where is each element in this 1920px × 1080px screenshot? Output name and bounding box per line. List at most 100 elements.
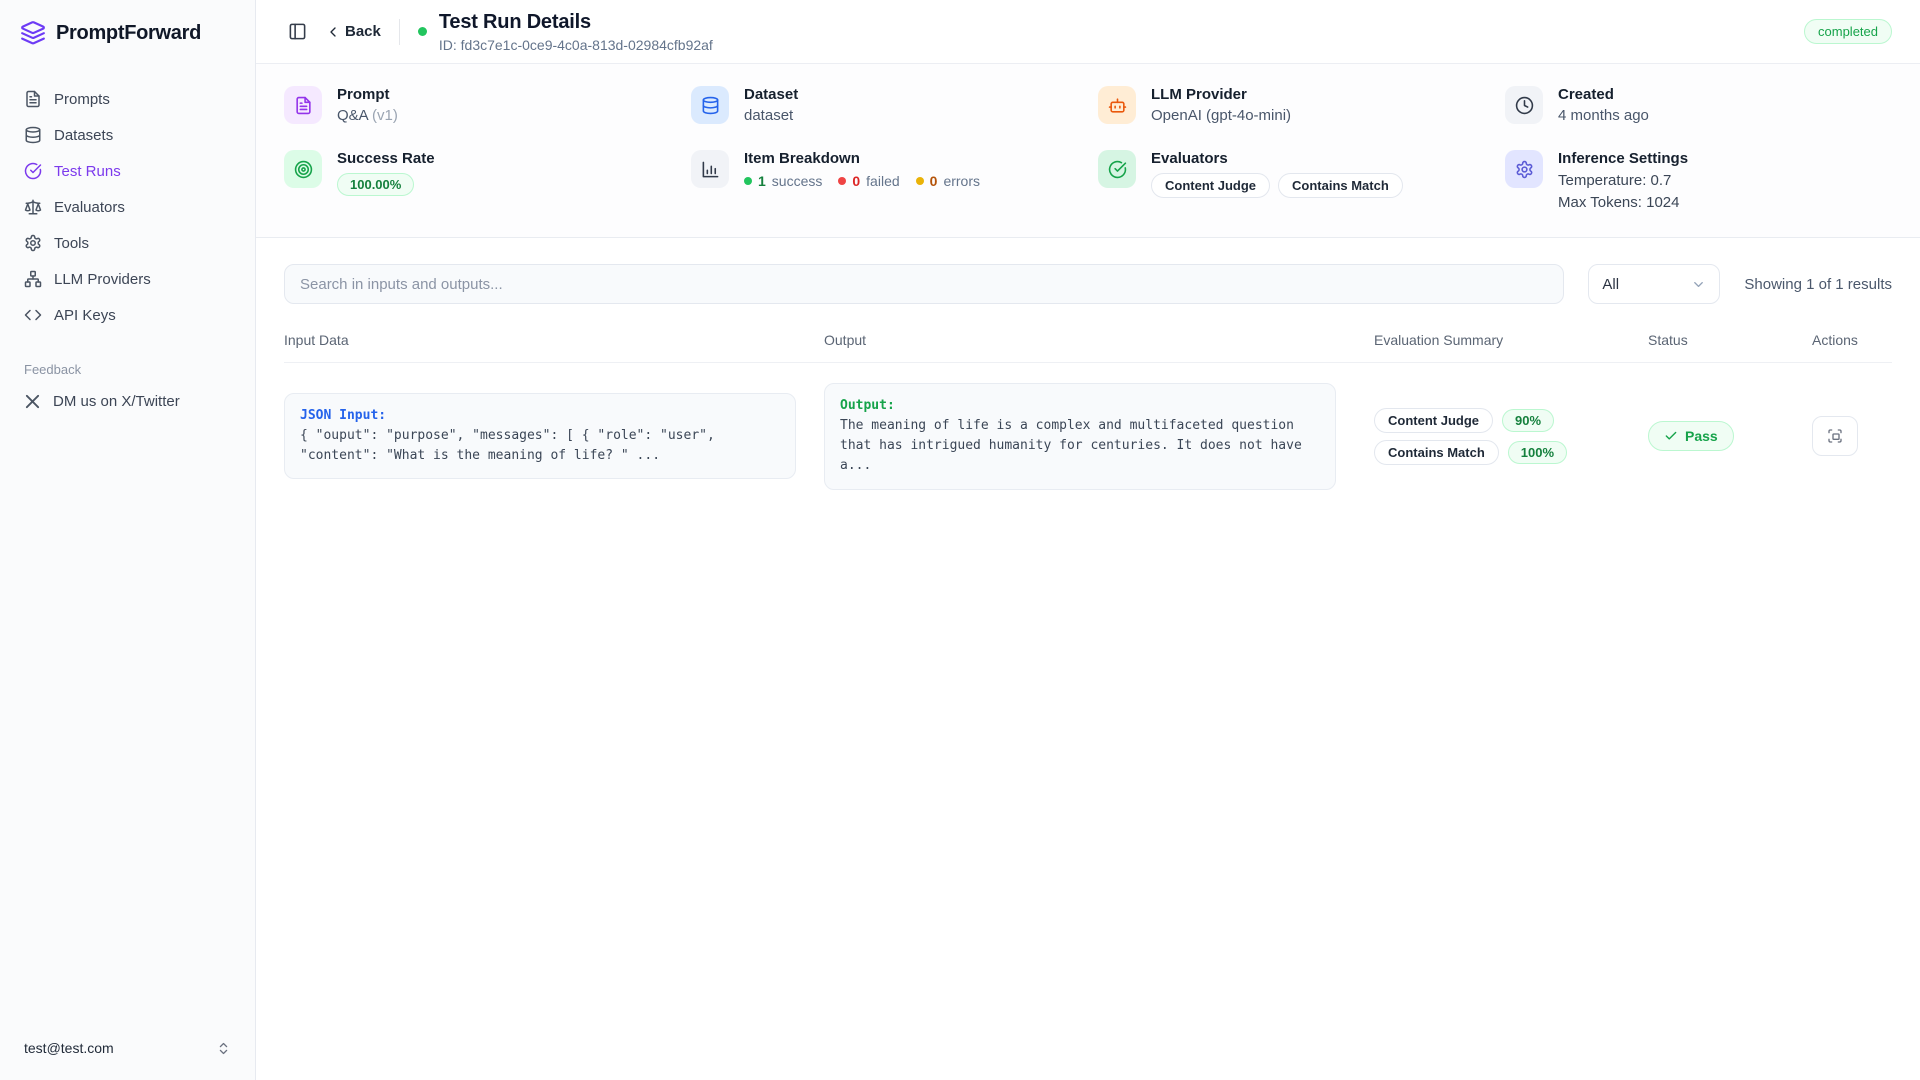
output-cell: Output: The meaning of life is a complex… bbox=[824, 383, 1336, 490]
app-title: PromptForward bbox=[56, 22, 201, 45]
stat-body: Dataset dataset bbox=[744, 86, 798, 124]
breakdown-success: 1 success bbox=[744, 173, 822, 189]
success-rate-badge: 100.00% bbox=[337, 173, 414, 196]
errors-dot bbox=[916, 177, 924, 185]
stat-body: Success Rate 100.00% bbox=[337, 150, 435, 196]
stat-body: Item Breakdown 1 success 0 failed 0 errors bbox=[744, 150, 980, 189]
code-icon bbox=[24, 306, 42, 324]
status-dot bbox=[418, 27, 427, 36]
user-menu[interactable]: test@test.com bbox=[14, 1030, 241, 1066]
back-button[interactable]: Back bbox=[325, 23, 381, 40]
filter-select[interactable]: All bbox=[1588, 264, 1720, 304]
breakdown-failed: 0 failed bbox=[838, 173, 899, 189]
main-content: Back Test Run Details ID: fd3c7e1c-0ce9-… bbox=[256, 0, 1920, 1080]
status-cell: Pass bbox=[1636, 421, 1758, 451]
output-label: Output: bbox=[840, 396, 1320, 416]
sidebar-item-label: Test Runs bbox=[54, 163, 121, 180]
failed-label: failed bbox=[866, 173, 899, 189]
success-dot bbox=[744, 177, 752, 185]
column-header-actions: Actions bbox=[1786, 332, 1892, 348]
stat-prompt: Prompt Q&A (v1) bbox=[284, 86, 671, 124]
stat-body: Prompt Q&A (v1) bbox=[337, 86, 398, 124]
stats-panel: Prompt Q&A (v1) Dataset dataset LLM Prov… bbox=[256, 64, 1920, 238]
stat-title: Dataset bbox=[744, 86, 798, 103]
scale-icon bbox=[24, 198, 42, 216]
bar-chart-icon bbox=[691, 150, 729, 188]
sidebar-item-llm-providers[interactable]: LLM Providers bbox=[14, 262, 241, 296]
stat-created: Created 4 months ago bbox=[1505, 86, 1892, 124]
evaluation-row: Contains Match 100% bbox=[1374, 440, 1608, 465]
clock-icon bbox=[1505, 86, 1543, 124]
sidebar-nav: Prompts Datasets Test Runs Evaluators To… bbox=[14, 82, 241, 332]
evaluator-badge: Contains Match bbox=[1278, 173, 1403, 198]
feedback-link-label: DM us on X/Twitter bbox=[53, 393, 180, 410]
stat-evaluators: Evaluators Content Judge Contains Match bbox=[1098, 150, 1485, 211]
sidebar-item-label: Tools bbox=[54, 235, 89, 252]
sidebar-item-label: Evaluators bbox=[54, 199, 125, 216]
stat-title: Item Breakdown bbox=[744, 150, 980, 167]
target-icon bbox=[284, 150, 322, 188]
filter-select-value: All bbox=[1602, 276, 1619, 293]
view-details-button[interactable] bbox=[1812, 416, 1858, 456]
feedback-section-label: Feedback bbox=[24, 362, 241, 377]
sidebar: PromptForward Prompts Datasets Test Runs… bbox=[0, 0, 256, 1080]
sidebar-item-evaluators[interactable]: Evaluators bbox=[14, 190, 241, 224]
stat-title: Evaluators bbox=[1151, 150, 1403, 167]
status-badge: completed bbox=[1804, 19, 1892, 44]
stat-title: LLM Provider bbox=[1151, 86, 1291, 103]
layers-icon bbox=[20, 20, 46, 46]
evaluator-score-badge: 90% bbox=[1502, 409, 1554, 432]
sidebar-item-datasets[interactable]: Datasets bbox=[14, 118, 241, 152]
evaluator-name-badge: Contains Match bbox=[1374, 440, 1499, 465]
success-label: success bbox=[772, 173, 823, 189]
page-header: Back Test Run Details ID: fd3c7e1c-0ce9-… bbox=[256, 0, 1920, 64]
circle-check-icon bbox=[24, 162, 42, 180]
stat-body: Inference Settings Temperature: 0.7 Max … bbox=[1558, 150, 1688, 211]
sidebar-item-api-keys[interactable]: API Keys bbox=[14, 298, 241, 332]
sidebar-item-label: Datasets bbox=[54, 127, 113, 144]
actions-cell bbox=[1786, 416, 1892, 456]
sidebar-item-test-runs[interactable]: Test Runs bbox=[14, 154, 241, 188]
stat-title: Created bbox=[1558, 86, 1649, 103]
breakdown-errors: 0 errors bbox=[916, 173, 980, 189]
title-block: Test Run Details ID: fd3c7e1c-0ce9-4c0a-… bbox=[439, 11, 713, 53]
chevrons-up-down-icon bbox=[216, 1041, 231, 1056]
search-input[interactable] bbox=[284, 264, 1564, 304]
stat-body: Created 4 months ago bbox=[1558, 86, 1649, 124]
stat-item-breakdown: Item Breakdown 1 success 0 failed 0 errors bbox=[691, 150, 1078, 211]
table-header-row: Input Data Output Evaluation Summary Sta… bbox=[284, 332, 1892, 363]
page-title: Test Run Details bbox=[439, 11, 713, 34]
bot-icon bbox=[1098, 86, 1136, 124]
failed-count: 0 bbox=[852, 173, 860, 189]
max-tokens-value: Max Tokens: 1024 bbox=[1558, 194, 1688, 211]
errors-label: errors bbox=[943, 173, 980, 189]
column-header-output: Output bbox=[824, 332, 1336, 348]
stat-inference-settings: Inference Settings Temperature: 0.7 Max … bbox=[1505, 150, 1892, 211]
back-button-label: Back bbox=[345, 23, 381, 40]
file-text-icon bbox=[24, 90, 42, 108]
stat-llm-provider: LLM Provider OpenAI (gpt-4o-mini) bbox=[1098, 86, 1485, 124]
feedback-link[interactable]: DM us on X/Twitter bbox=[14, 385, 241, 418]
sidebar-item-prompts[interactable]: Prompts bbox=[14, 82, 241, 116]
run-id: ID: fd3c7e1c-0ce9-4c0a-813d-02984cfb92af bbox=[439, 37, 713, 53]
results-table: Input Data Output Evaluation Summary Sta… bbox=[284, 332, 1892, 510]
column-header-evaluation: Evaluation Summary bbox=[1364, 332, 1608, 348]
sidebar-item-tools[interactable]: Tools bbox=[14, 226, 241, 260]
success-count: 1 bbox=[758, 173, 766, 189]
expand-icon bbox=[1827, 428, 1843, 444]
evaluation-row: Content Judge 90% bbox=[1374, 408, 1608, 433]
column-header-input: Input Data bbox=[284, 332, 796, 348]
prompt-name: Q&A bbox=[337, 107, 368, 124]
stat-title: Inference Settings bbox=[1558, 150, 1688, 167]
sidebar-spacer bbox=[14, 418, 241, 1030]
file-text-icon bbox=[284, 86, 322, 124]
failed-dot bbox=[838, 177, 846, 185]
stat-value: OpenAI (gpt-4o-mini) bbox=[1151, 107, 1291, 124]
x-logo-icon bbox=[24, 393, 41, 410]
results-controls: All Showing 1 of 1 results bbox=[284, 264, 1892, 304]
stat-value: dataset bbox=[744, 107, 798, 124]
network-icon bbox=[24, 270, 42, 288]
errors-count: 0 bbox=[930, 173, 938, 189]
check-icon bbox=[1664, 429, 1678, 443]
sidebar-toggle-button[interactable] bbox=[284, 18, 311, 45]
